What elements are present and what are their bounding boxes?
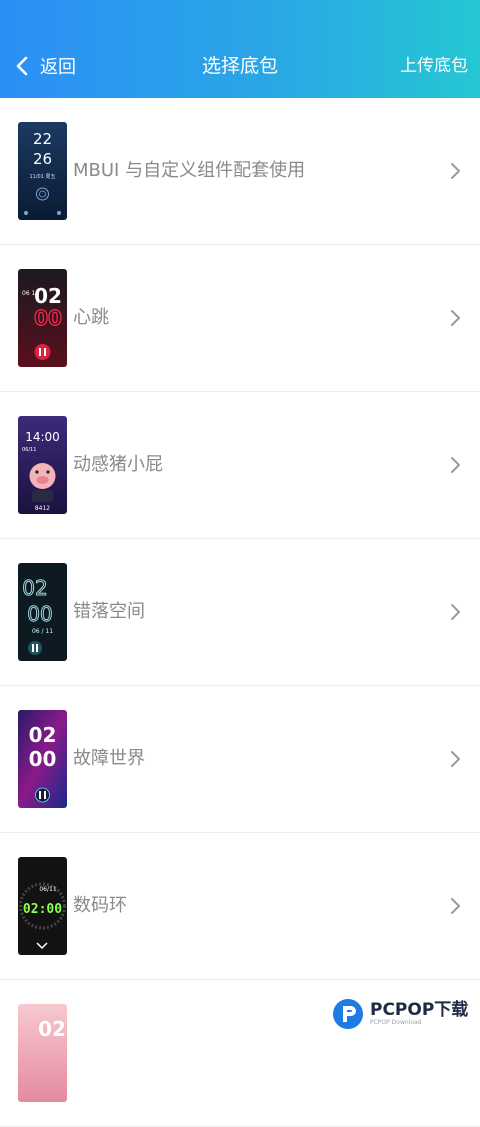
thumb-hour: 22 [33, 130, 52, 148]
list-item-mbui[interactable]: 22 26 11/01 周五 MBUI 与自定义组件配套使用 [0, 98, 480, 245]
list-item-glitch-world[interactable]: 02 00 故障世界 [0, 686, 480, 833]
watchface-thumbnail: 02 00 06 / 11 [18, 563, 67, 661]
chevron-right-icon [451, 898, 460, 914]
list-item-heartbeat[interactable]: 06 11 02 00 心跳 [0, 245, 480, 392]
thumb-hour: 02 [38, 1017, 66, 1041]
thumb-date: 06/11 [22, 447, 36, 453]
chevron-right-icon [451, 163, 460, 179]
item-label: 数码环 [73, 895, 127, 916]
item-label: 动感猪小屁 [73, 454, 163, 475]
watchface-thumbnail: 06 11 02 00 [18, 269, 67, 367]
item-label: MBUI 与自定义组件配套使用 [73, 160, 306, 181]
pcpop-logo-icon [333, 999, 363, 1029]
base-package-list: 22 26 11/01 周五 MBUI 与自定义组件配套使用 06 11 02 … [0, 98, 480, 1127]
thumb-minute: 00 [34, 306, 62, 330]
chevron-right-icon [451, 751, 460, 767]
thumb-time: 02:00 [23, 902, 62, 917]
list-item-digital-ring[interactable]: 06/11 02:00 数码环 [0, 833, 480, 980]
thumb-date: 11/01 周五 [30, 174, 56, 180]
thumb-date: 06/11 [39, 886, 56, 893]
item-label: 错落空间 [73, 601, 145, 622]
thumb-time: 14:00 [25, 430, 60, 444]
chevron-right-icon [451, 310, 460, 326]
watchface-thumbnail: 02 [18, 1004, 67, 1102]
chevron-right-icon [451, 604, 460, 620]
thumb-minute: 00 [29, 747, 57, 771]
thumb-hour: 02 [29, 723, 57, 747]
top-navigation-bar: 返回 选择底包 上传底包 [0, 0, 480, 98]
thumb-hour: 02 [34, 284, 62, 308]
item-label: 心跳 [73, 307, 109, 328]
thumb-minute: 26 [33, 150, 52, 168]
thumb-hour: 02 [22, 576, 47, 600]
watermark-subtext: PCPOP Download [370, 1019, 422, 1026]
chevron-right-icon [451, 457, 460, 473]
watchface-thumbnail: 22 26 11/01 周五 [18, 122, 67, 220]
watchface-thumbnail: 02 00 [18, 710, 67, 808]
watchface-thumbnail: 14:00 06/11 8412 [18, 416, 67, 514]
list-item-staggered-space[interactable]: 02 00 06 / 11 错落空间 [0, 539, 480, 686]
thumb-date: 06 / 11 [32, 628, 53, 635]
thumb-steps: 8412 [35, 505, 50, 512]
watermark-text: PCPOP下载 [370, 1000, 469, 1020]
watchface-thumbnail: 06/11 02:00 [18, 857, 67, 955]
list-item-piggy[interactable]: 14:00 06/11 8412 动感猪小屁 [0, 392, 480, 539]
upload-base-button[interactable]: 上传底包 [400, 52, 468, 80]
item-label: 故障世界 [73, 748, 145, 769]
watermark: PCPOP下载 PCPOP Download [332, 996, 468, 1032]
thumb-minute: 00 [27, 602, 52, 626]
